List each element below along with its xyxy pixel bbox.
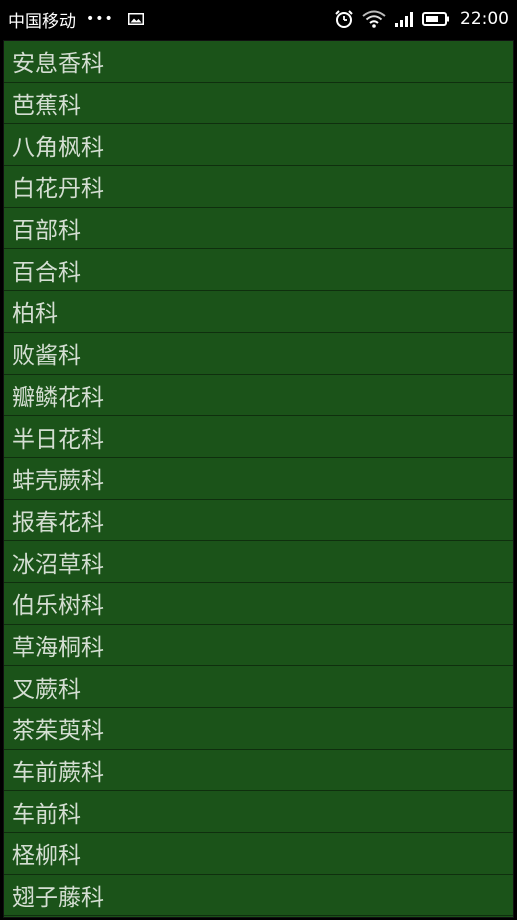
- list-item-label: 茶茱萸科: [12, 718, 104, 745]
- image-icon: [127, 13, 144, 25]
- list-item-label: 百部科: [12, 218, 81, 245]
- clock-time: 22:00: [460, 9, 509, 29]
- list-item-label: 败酱科: [12, 343, 81, 370]
- list-item[interactable]: 百部科: [4, 208, 513, 250]
- status-bar: 中国移动 ••• 22:00: [0, 0, 517, 38]
- list-item-label: 瓣鳞花科: [12, 384, 104, 411]
- list-item[interactable]: 伯乐树科: [4, 583, 513, 625]
- list-item[interactable]: 败酱科: [4, 333, 513, 375]
- list-item[interactable]: 车前蕨科: [4, 750, 513, 792]
- list-item[interactable]: 半日花科: [4, 416, 513, 458]
- list-item-label: 翅子藤科: [12, 885, 104, 912]
- plant-family-list[interactable]: 安息香科芭蕉科八角枫科白花丹科百部科百合科柏科败酱科瓣鳞花科半日花科蚌壳蕨科报春…: [3, 40, 514, 918]
- list-item-label: 八角枫科: [12, 134, 104, 161]
- list-item-label: 冰沼草科: [12, 551, 104, 578]
- list-item[interactable]: 冰沼草科: [4, 541, 513, 583]
- battery-icon: [422, 12, 449, 26]
- list-item[interactable]: 柽柳科: [4, 833, 513, 875]
- list-item-label: 蚌壳蕨科: [12, 468, 104, 495]
- list-item-label: 车前科: [12, 801, 81, 828]
- list-item-label: 半日花科: [12, 426, 104, 453]
- list-item[interactable]: 蚌壳蕨科: [4, 458, 513, 500]
- list-item[interactable]: 车前科: [4, 791, 513, 834]
- list-item-label: 报春花科: [12, 509, 104, 536]
- list-item-label: 柽柳科: [12, 843, 81, 870]
- list-item[interactable]: 草海桐科: [4, 625, 513, 667]
- list-item-label: 草海桐科: [12, 634, 104, 661]
- list-item[interactable]: 茶茱萸科: [4, 708, 513, 750]
- list-item[interactable]: 翅子藤科: [4, 875, 513, 917]
- more-notifications-dots: •••: [86, 11, 114, 27]
- list-item[interactable]: 柏科: [4, 291, 513, 333]
- alarm-clock-icon: [335, 10, 353, 28]
- list-item-label: 安息香科: [12, 51, 104, 78]
- list-item[interactable]: 百合科: [4, 249, 513, 292]
- list-item-label: 白花丹科: [12, 176, 104, 203]
- list-item-label: 芭蕉科: [12, 93, 81, 120]
- carrier-name: 中国移动: [8, 11, 76, 32]
- list-item-label: 伯乐树科: [12, 593, 104, 620]
- wifi-icon: [362, 10, 386, 28]
- list-item[interactable]: 白花丹科: [4, 166, 513, 208]
- list-item-label: 柏科: [12, 301, 58, 328]
- list-item-label: 百合科: [12, 259, 81, 286]
- list-item-label: 车前蕨科: [12, 760, 104, 787]
- list-item-label: 叉蕨科: [12, 676, 81, 703]
- cell-signal-icon: [395, 12, 413, 27]
- list-item[interactable]: 报春花科: [4, 500, 513, 542]
- phone-screen: 中国移动 ••• 22:00 安息香科 芭蕉科 八角枫科 白花丹科 百部科 百合…: [0, 0, 517, 920]
- list-item[interactable]: 芭蕉科: [4, 83, 513, 125]
- status-right-group: 22:00: [334, 9, 509, 29]
- list-item[interactable]: 瓣鳞花科: [4, 375, 513, 417]
- list-item[interactable]: 安息香科: [4, 41, 513, 83]
- list-item[interactable]: 叉蕨科: [4, 666, 513, 708]
- status-left-group: 中国移动 •••: [8, 7, 144, 32]
- list-item[interactable]: 八角枫科: [4, 124, 513, 167]
